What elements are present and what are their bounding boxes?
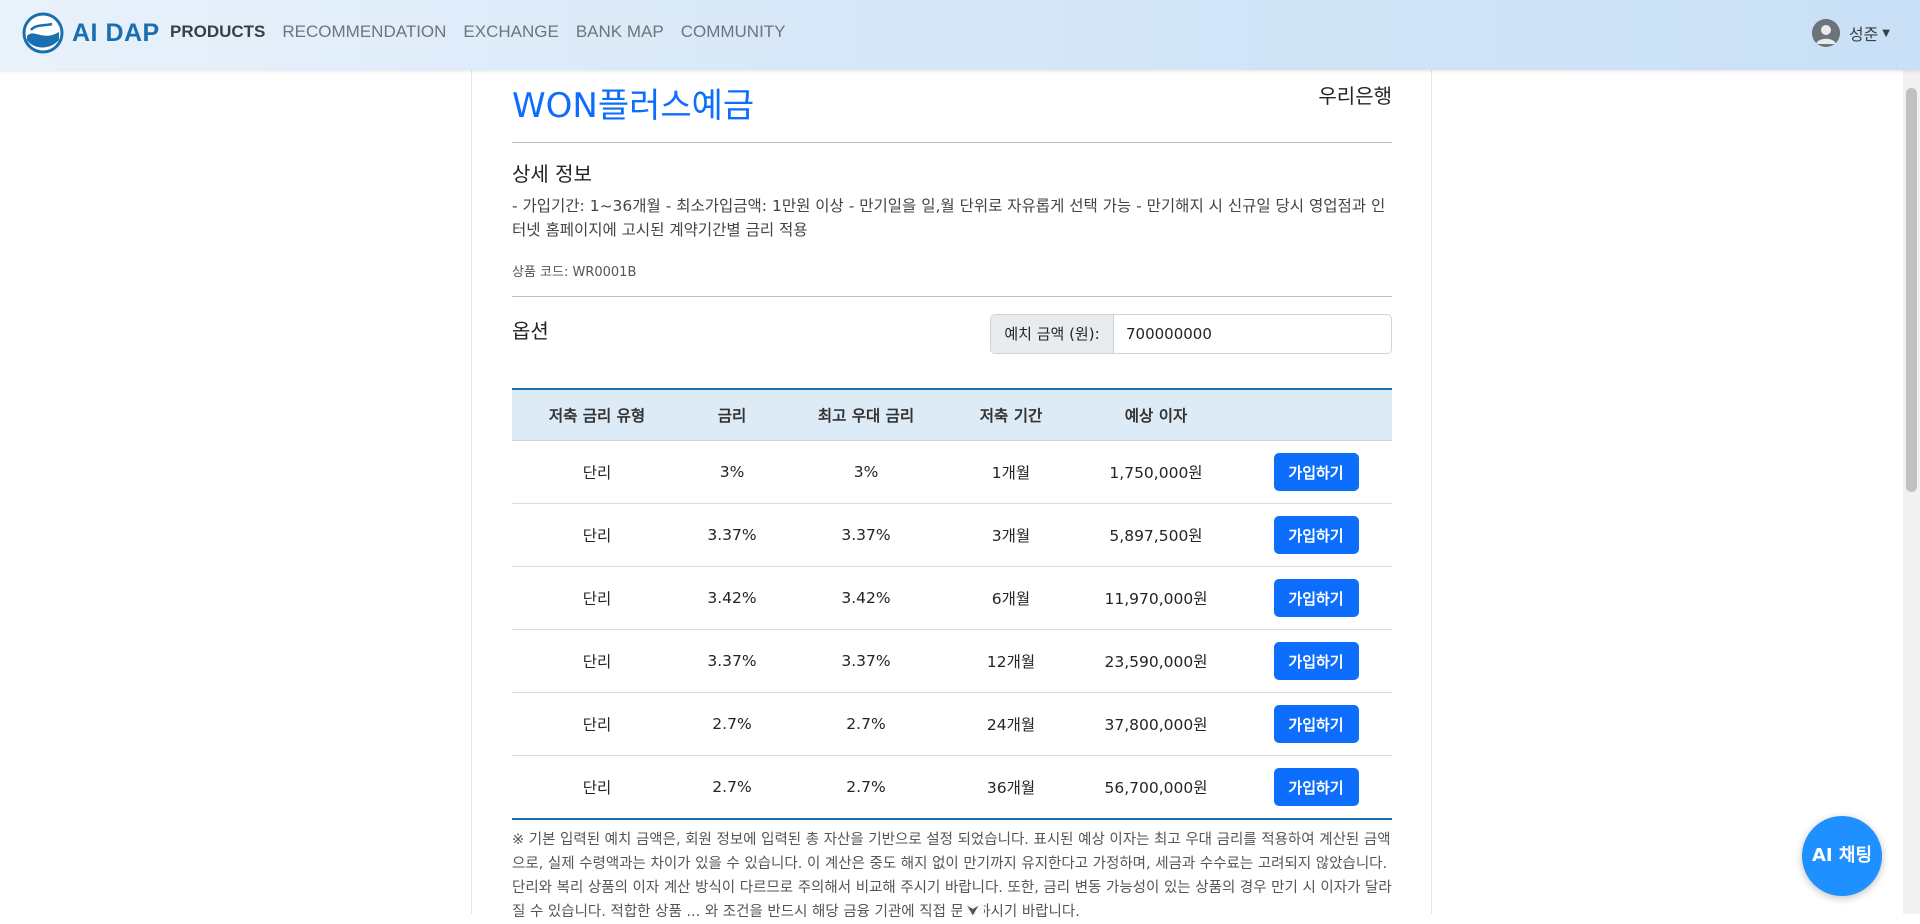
chevron-down-icon: ▼ bbox=[1882, 27, 1890, 39]
wave-logo-icon bbox=[22, 12, 64, 54]
join-button[interactable]: 가입하기 bbox=[1273, 768, 1359, 806]
bank-name: 우리은행 bbox=[1318, 84, 1392, 108]
join-button[interactable]: 가입하기 bbox=[1273, 642, 1359, 680]
cell-expected-interest: 5,897,500원 bbox=[1072, 503, 1240, 567]
navbar: AI DAP PRODUCTS RECOMMENDATION EXCHANGE … bbox=[0, 0, 1920, 70]
column-header-max-rate: 최고 우대 금리 bbox=[782, 389, 950, 441]
column-header-rate-type: 저축 금리 유형 bbox=[512, 389, 682, 441]
brand-name: AI DAP bbox=[72, 18, 160, 47]
table-row: 단리 3.37% 3.37% 12개월 23,590,000원 가입하기 bbox=[512, 629, 1392, 693]
cell-max-rate: 2.7% bbox=[846, 778, 886, 796]
ai-chat-button[interactable]: AI 채팅 bbox=[1802, 816, 1882, 896]
cell-max-rate: 3% bbox=[782, 440, 950, 504]
deposit-amount-label: 예치 금액 (원): bbox=[991, 315, 1114, 353]
table-row: 단리 3% 3% 1개월 1,750,000원 가입하기 bbox=[512, 440, 1392, 504]
column-header-term: 저축 기간 bbox=[950, 389, 1072, 441]
cell-action: 가입하기 bbox=[1240, 440, 1392, 504]
main-nav: PRODUCTS RECOMMENDATION EXCHANGE BANK MA… bbox=[170, 22, 803, 42]
cell-rate: 3% bbox=[682, 440, 782, 504]
deposit-amount-input[interactable] bbox=[1114, 315, 1391, 353]
cell-rate-type: 단리 bbox=[512, 503, 682, 567]
cell-action: 가입하기 bbox=[1240, 756, 1392, 820]
cell-term: 12개월 bbox=[950, 629, 1072, 693]
divider bbox=[512, 296, 1392, 297]
user-silhouette-icon bbox=[1811, 19, 1840, 47]
nav-bank-map[interactable]: BANK MAP bbox=[576, 22, 664, 42]
cell-term: 24개월 bbox=[950, 692, 1072, 756]
join-button[interactable]: 가입하기 bbox=[1273, 516, 1359, 554]
cell-rate: 3.37% bbox=[682, 503, 782, 567]
nav-exchange[interactable]: EXCHANGE bbox=[463, 22, 558, 42]
cell-rate-type: 단리 bbox=[512, 629, 682, 693]
cell-expected-interest: 1,750,000원 bbox=[1072, 440, 1240, 504]
cell-max-rate: 3.42% bbox=[782, 566, 950, 630]
options-section-title: 옵션 bbox=[512, 319, 549, 343]
join-button[interactable]: 가입하기 bbox=[1273, 705, 1359, 743]
cell-action: 가입하기 bbox=[1240, 692, 1392, 756]
cell-rate-type: 단리 bbox=[512, 566, 682, 630]
table-row: 단리 2.7% 2.7% 36개월 56,700,000원 가입하기 bbox=[512, 756, 1392, 820]
interest-rate-table: 저축 금리 유형 금리 최고 우대 금리 저축 기간 예상 이자 단리 3% 3… bbox=[512, 388, 1392, 820]
cell-rate: 3.37% bbox=[682, 629, 782, 693]
deposit-amount-group: 예치 금액 (원): bbox=[990, 314, 1392, 354]
cell-rate: 3.42% bbox=[682, 566, 782, 630]
product-code: 상품 코드: WR0001B bbox=[512, 265, 637, 280]
cell-rate: 2.7% bbox=[682, 692, 782, 756]
cell-expected-interest: 56,700,000원 bbox=[1104, 779, 1208, 797]
scrollbar-thumb[interactable] bbox=[1906, 88, 1917, 492]
divider bbox=[512, 142, 1392, 143]
cell-term: 1개월 bbox=[950, 440, 1072, 504]
user-name: 성준 bbox=[1848, 25, 1879, 44]
column-header-expected-interest: 예상 이자 bbox=[1072, 389, 1240, 441]
cell-max-rate: 3.37% bbox=[782, 629, 950, 693]
join-button[interactable]: 가입하기 bbox=[1273, 453, 1359, 491]
cell-rate: 2.7% bbox=[712, 778, 752, 796]
cell-term: 6개월 bbox=[950, 566, 1072, 630]
cell-term: 3개월 bbox=[950, 503, 1072, 567]
cell-rate-type: 단리 bbox=[582, 779, 612, 797]
cell-action: 가입하기 bbox=[1240, 629, 1392, 693]
disclaimer-notice: ※ 기본 입력된 예치 금액은, 회원 정보에 입력된 총 자산을 기반으로 설… bbox=[512, 832, 1392, 920]
page-scrollbar[interactable] bbox=[1903, 70, 1920, 914]
table-row: 단리 2.7% 2.7% 24개월 37,800,000원 가입하기 bbox=[512, 692, 1392, 756]
cell-max-rate: 2.7% bbox=[782, 692, 950, 756]
avatar bbox=[1811, 19, 1840, 47]
brand-logo-link[interactable]: AI DAP bbox=[22, 12, 160, 54]
cell-expected-interest: 37,800,000원 bbox=[1072, 692, 1240, 756]
product-detail-container: WON플러스예금 우리은행 상세 정보 - 가입기간: 1~36개월 - 최소가… bbox=[471, 70, 1432, 920]
join-button[interactable]: 가입하기 bbox=[1273, 579, 1359, 617]
cell-rate-type: 단리 bbox=[512, 692, 682, 756]
cell-expected-interest: 11,970,000원 bbox=[1072, 566, 1240, 630]
nav-recommendation[interactable]: RECOMMENDATION bbox=[282, 22, 446, 42]
product-title: WON플러스예금 bbox=[512, 86, 755, 126]
cell-expected-interest: 23,590,000원 bbox=[1072, 629, 1240, 693]
table-row: 단리 3.42% 3.42% 6개월 11,970,000원 가입하기 bbox=[512, 566, 1392, 630]
cell-term: 36개월 bbox=[986, 779, 1036, 797]
column-header-action bbox=[1240, 389, 1392, 441]
table-row: 단리 3.37% 3.37% 3개월 5,897,500원 가입하기 bbox=[512, 503, 1392, 567]
user-menu[interactable]: 성준 ▼ bbox=[1811, 19, 1890, 47]
cell-rate-type: 단리 bbox=[512, 440, 682, 504]
product-description: - 가입기간: 1~36개월 - 최소가입금액: 1만원 이상 - 만기일을 일… bbox=[512, 197, 1386, 239]
detail-section-title: 상세 정보 bbox=[512, 162, 592, 186]
nav-community[interactable]: COMMUNITY bbox=[681, 22, 786, 42]
column-header-rate: 금리 bbox=[682, 389, 782, 441]
cell-action: 가입하기 bbox=[1240, 566, 1392, 630]
nav-products[interactable]: PRODUCTS bbox=[170, 22, 265, 42]
cell-action: 가입하기 bbox=[1240, 503, 1392, 567]
table-header-row: 저축 금리 유형 금리 최고 우대 금리 저축 기간 예상 이자 bbox=[512, 389, 1392, 441]
scroll-down-icon[interactable]: ⮟ bbox=[962, 902, 984, 920]
cell-max-rate: 3.37% bbox=[782, 503, 950, 567]
